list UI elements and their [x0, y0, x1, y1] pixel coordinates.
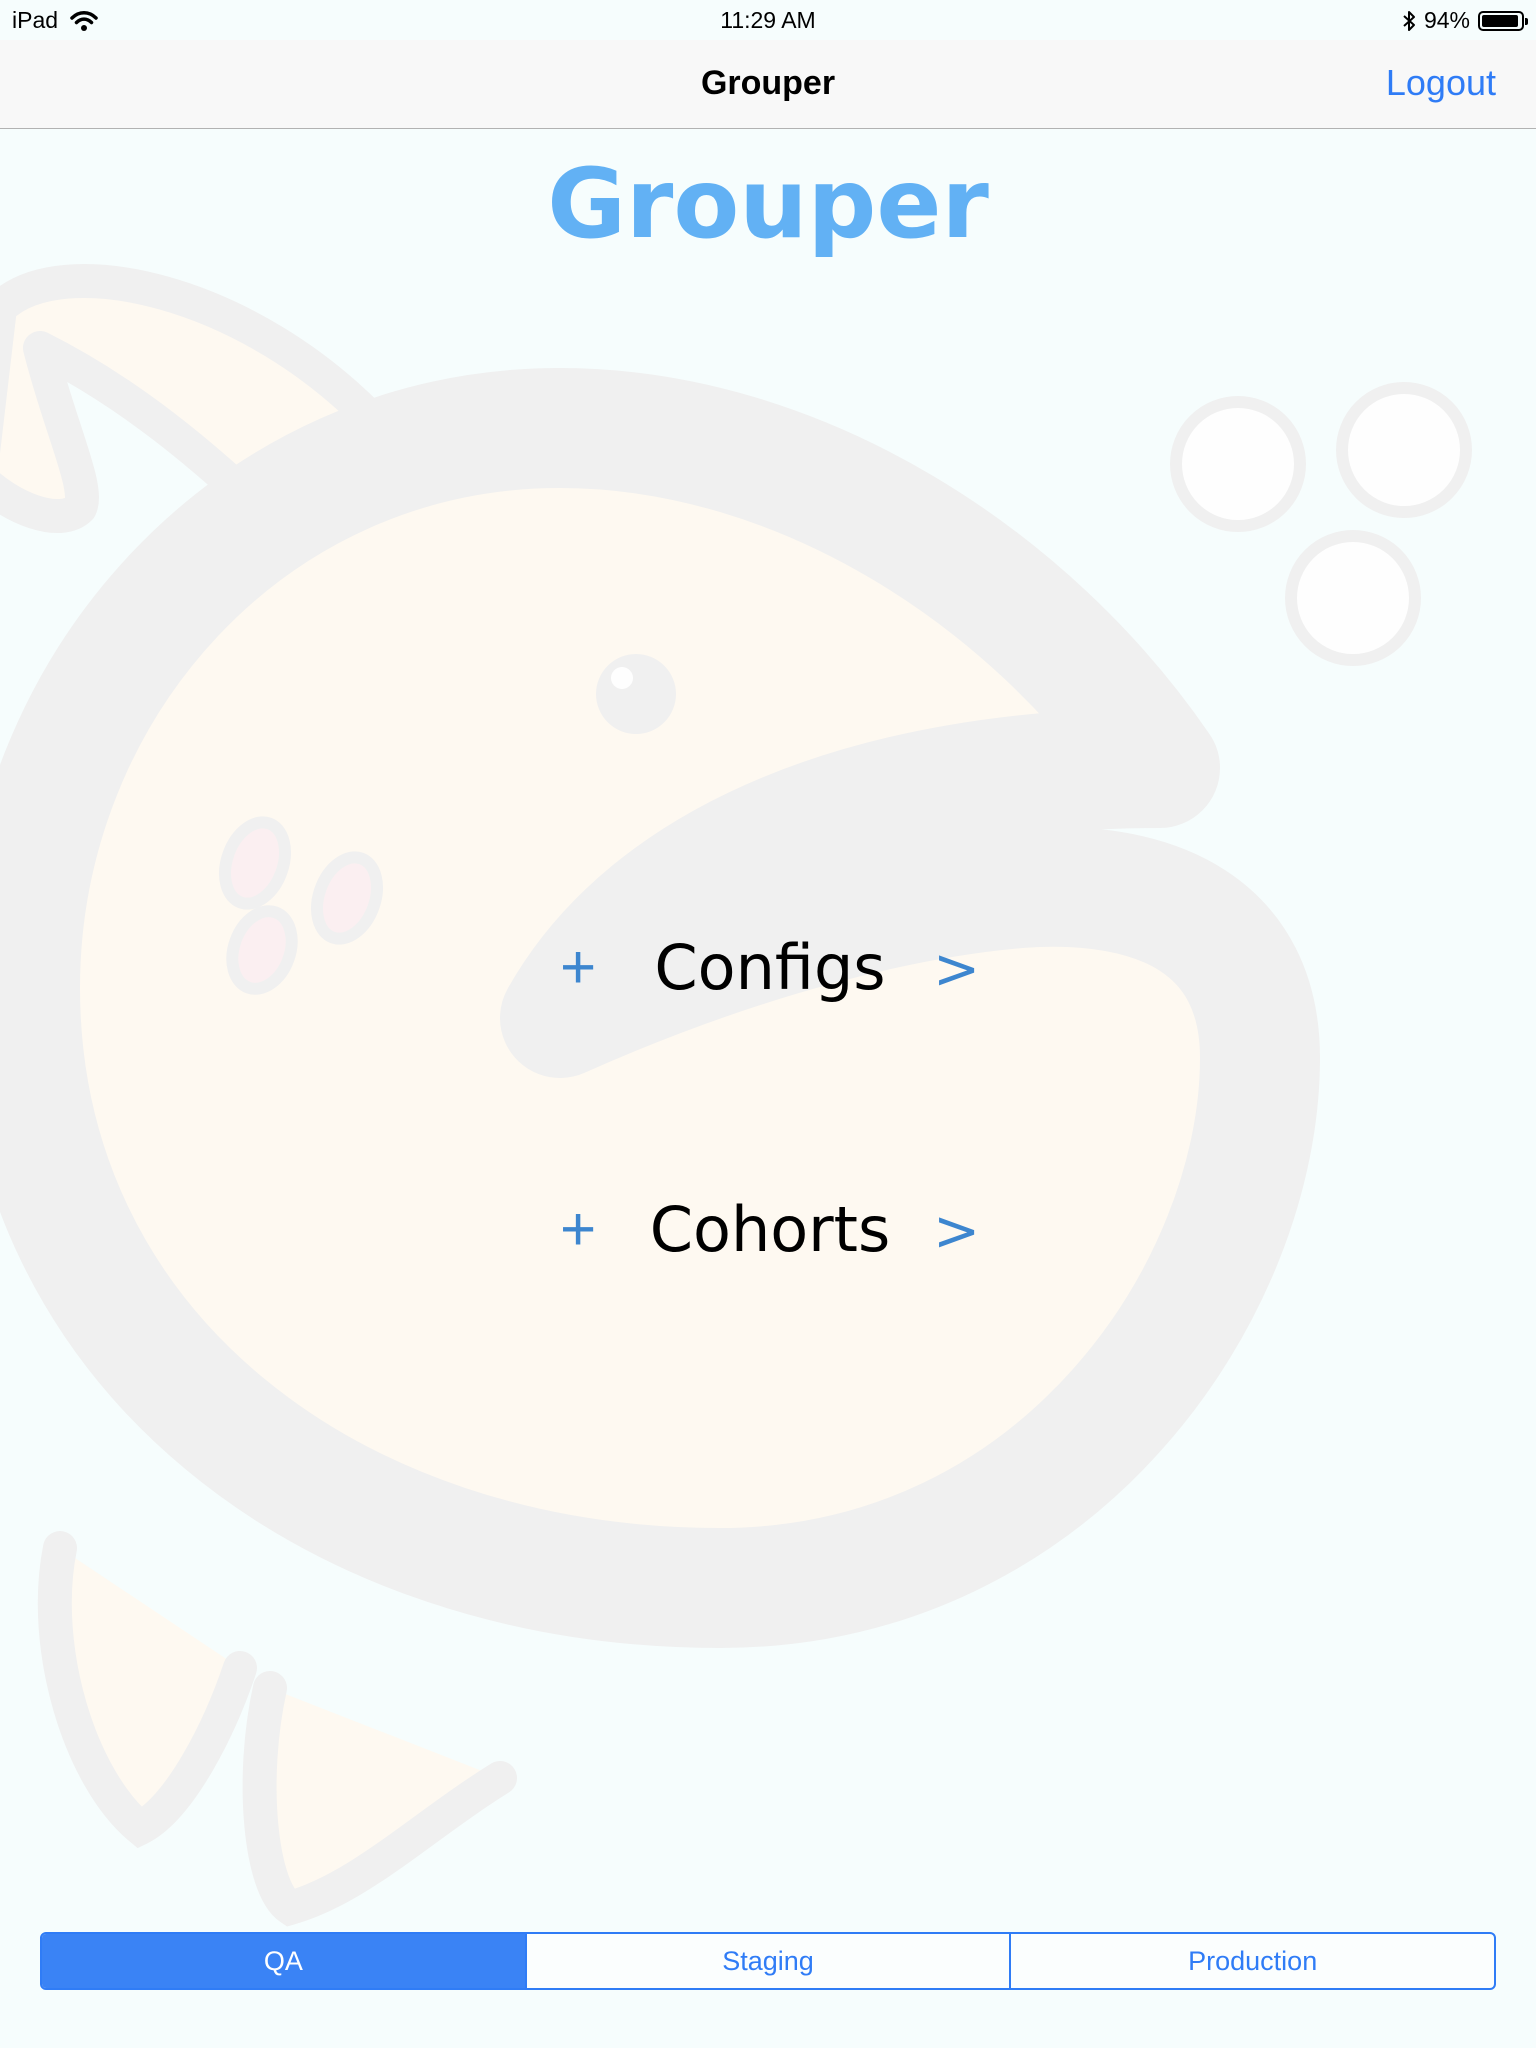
battery-icon	[1478, 10, 1528, 31]
navigation-bar: Grouper Logout	[0, 40, 1536, 129]
configs-link[interactable]: Configs	[560, 928, 980, 1008]
battery-level	[1482, 14, 1518, 27]
configs-arrow-button[interactable]: >	[933, 930, 980, 1010]
environment-segmented-control: QA Staging Production	[40, 1932, 1496, 1990]
status-time: 11:29 AM	[720, 7, 816, 33]
app-screen: iPad 11:29 AM 94% Grouper Logout Grouper	[0, 0, 1536, 2048]
nav-title: Grouper	[700, 64, 836, 102]
cohorts-link[interactable]: Cohorts	[560, 1190, 980, 1270]
segment-production[interactable]: Production	[1009, 1934, 1494, 1988]
cohorts-row: + Cohorts >	[560, 1182, 980, 1282]
configs-row: + Configs >	[560, 920, 980, 1020]
battery-tip	[1525, 17, 1528, 25]
segment-staging[interactable]: Staging	[524, 1934, 1010, 1988]
status-right: 94%	[1402, 7, 1528, 34]
fish-illustration	[0, 264, 1472, 1927]
page-title: Grouper	[547, 148, 989, 260]
battery-percent: 94%	[1423, 7, 1470, 33]
status-bar: iPad 11:29 AM 94%	[0, 0, 1536, 40]
segment-qa[interactable]: QA	[42, 1934, 525, 1988]
bluetooth-icon	[1403, 10, 1415, 31]
cohorts-arrow-button[interactable]: >	[933, 1192, 980, 1272]
logout-button[interactable]: Logout	[1386, 62, 1496, 104]
